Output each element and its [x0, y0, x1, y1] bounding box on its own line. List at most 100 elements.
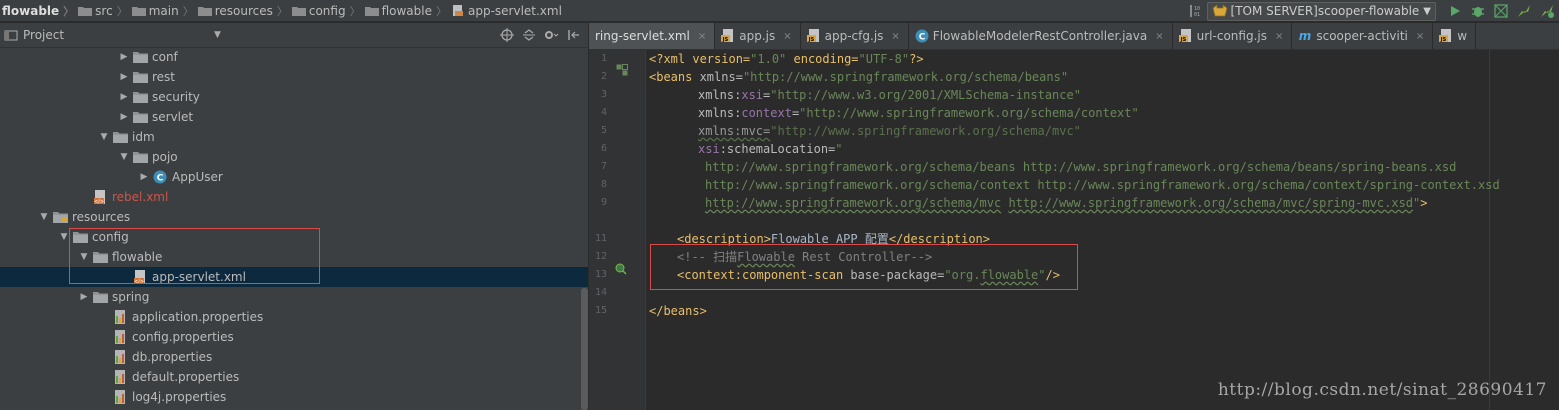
tree-item[interactable]: ▶config.properties: [0, 327, 588, 347]
editor-tab[interactable]: JS url-config.js ×: [1173, 23, 1293, 49]
line-number: 11: [594, 233, 607, 244]
svg-text:C: C: [918, 33, 925, 43]
editor-tab-label: app-cfg.js: [824, 29, 884, 43]
line-number: 2: [600, 71, 607, 82]
js-file-icon: JS: [1439, 29, 1453, 43]
coverage-icon[interactable]: [1490, 1, 1512, 21]
bean-gutter-icon[interactable]: [616, 64, 628, 76]
tree-item[interactable]: ▶log4j.properties: [0, 387, 588, 407]
tree-item[interactable]: ▶ rest: [0, 67, 588, 87]
line-number: 14: [594, 287, 607, 298]
tree-item[interactable]: ▶application.properties: [0, 307, 588, 327]
chevron-down-icon[interactable]: ▼: [36, 212, 52, 222]
run-icon[interactable]: [1444, 1, 1466, 21]
line-number: 6: [600, 143, 607, 154]
collapse-all-icon[interactable]: [518, 26, 540, 44]
maven-icon: m: [1298, 29, 1312, 43]
chevron-right-icon[interactable]: ▶: [116, 112, 132, 122]
breadcrumb: flowable 〉 src 〉 main 〉 resources 〉 config 〉 flowa…: [0, 0, 566, 22]
breadcrumb-item[interactable]: src 〉: [78, 3, 128, 19]
chevron-right-icon[interactable]: ▶: [136, 172, 152, 182]
tree-item[interactable]: ▶ spring: [0, 287, 588, 307]
jrebel-run-icon[interactable]: [1513, 1, 1535, 21]
svg-text:C: C: [157, 174, 164, 184]
tree-item[interactable]: ▼ pojo: [0, 147, 588, 167]
close-tab-icon[interactable]: ×: [1155, 31, 1163, 42]
editor-tab[interactable]: JS w: [1433, 23, 1477, 49]
chevron-down-icon[interactable]: ▼: [96, 132, 112, 142]
component-scan-gutter-icon[interactable]: [615, 263, 627, 275]
tree-item[interactable]: ▼ resources: [0, 207, 588, 227]
tree-item[interactable]: ▶db.properties: [0, 347, 588, 367]
folder-icon: [132, 50, 148, 64]
folder-icon: [364, 7, 379, 16]
tree-item[interactable]: ▼ idm: [0, 127, 588, 147]
project-view-selector[interactable]: Project ▼: [0, 28, 221, 42]
chevron-right-icon[interactable]: ▶: [116, 72, 132, 82]
code-line-1: <?xml version="1.0" encoding="UTF-8"?>: [649, 52, 924, 66]
tree-item[interactable]: ▶ security: [0, 87, 588, 107]
folder-icon: [132, 90, 148, 104]
breadcrumb-item[interactable]: flowable 〉: [2, 3, 74, 19]
code-line-6: xsi:schemaLocation=": [698, 142, 843, 156]
run-configuration-label: [TOM SERVER]scooper-flowable: [1230, 4, 1420, 18]
folder-icon: [291, 7, 306, 16]
editor-tab[interactable]: JS app-cfg.js ×: [801, 23, 909, 49]
project-tool-window: Project ▼ ▶ conf ▶ rest ▶ security ▶ servlet ▼ id…: [0, 23, 589, 410]
tree-item-label: servlet: [152, 110, 194, 124]
editor-tab[interactable]: C FlowableModelerRestController.java ×: [909, 23, 1173, 49]
line-number: 12: [594, 251, 607, 262]
close-tab-icon[interactable]: ×: [783, 31, 791, 42]
breadcrumb-item[interactable]: main 〉: [131, 3, 194, 19]
close-tab-icon[interactable]: ×: [891, 31, 899, 42]
properties-file-icon: [112, 369, 128, 384]
watermark-text: http://blog.csdn.net/sinat_28690417: [1217, 380, 1547, 400]
breadcrumb-item[interactable]: app-servlet.xml: [451, 4, 562, 18]
debug-icon[interactable]: [1467, 1, 1489, 21]
xml-file-icon: [452, 5, 463, 16]
editor-tab[interactable]: JS app.js ×: [715, 23, 801, 49]
breadcrumb-item[interactable]: resources 〉: [197, 3, 288, 19]
chevron-right-icon: 〉: [182, 4, 194, 18]
js-file-icon: JS: [721, 29, 735, 43]
chevron-down-icon[interactable]: ▼: [116, 152, 132, 162]
project-panel-title: Project: [23, 28, 65, 42]
tree-item[interactable]: ▶default.properties: [0, 367, 588, 387]
folder-icon: [78, 7, 93, 16]
tree-item[interactable]: ▶</>rebel.xml: [0, 187, 588, 207]
breadcrumb-item[interactable]: config 〉: [291, 3, 361, 19]
folder-icon: [132, 150, 148, 164]
svg-text:01: 01: [1194, 12, 1200, 18]
hide-panel-icon[interactable]: [562, 26, 584, 44]
line-number: 8: [600, 179, 607, 190]
breadcrumb-label: resources: [214, 3, 273, 18]
scroll-from-source-icon[interactable]: [496, 26, 518, 44]
tree-item-label: spring: [112, 290, 150, 304]
make-project-icon[interactable]: 10 01: [1184, 1, 1206, 21]
chevron-right-icon[interactable]: ▶: [116, 92, 132, 102]
editor-tab-label: ring-servlet.xml: [595, 29, 690, 43]
close-tab-icon[interactable]: ×: [698, 31, 706, 42]
editor-tab[interactable]: ring-servlet.xml ×: [589, 23, 716, 49]
breadcrumb-item[interactable]: flowable 〉: [364, 3, 447, 19]
jrebel-debug-icon[interactable]: [1536, 1, 1558, 21]
tree-item[interactable]: ▶ servlet: [0, 107, 588, 127]
settings-gear-icon[interactable]: [540, 26, 562, 44]
chevron-down-icon: ▼: [1423, 5, 1431, 17]
close-tab-icon[interactable]: ×: [1275, 31, 1283, 42]
editor-tab[interactable]: m scooper-activiti ×: [1292, 23, 1434, 49]
chevron-right-icon[interactable]: ▶: [116, 52, 132, 62]
tree-item[interactable]: ▶ conf: [0, 47, 588, 67]
line-number: 15: [594, 305, 607, 316]
svg-text:JS: JS: [1440, 37, 1447, 43]
project-tree-scrollbar[interactable]: [581, 288, 588, 410]
tree-item[interactable]: ▶ C AppUser: [0, 167, 588, 187]
project-tree: ▶ conf ▶ rest ▶ security ▶ servlet ▼ idm ▼ pojo ▶ C Ap…: [0, 47, 588, 407]
tree-item-label: resources: [72, 210, 131, 224]
close-tab-icon[interactable]: ×: [1416, 31, 1424, 42]
line-number: 3: [600, 89, 607, 100]
chevron-right-icon[interactable]: ▶: [76, 292, 92, 302]
run-configuration-select[interactable]: [TOM SERVER]scooper-flowable ▼: [1206, 1, 1436, 21]
folder-icon: [132, 70, 148, 84]
code-line-5: xmlns:mvc="http://www.springframework.or…: [698, 124, 1081, 138]
